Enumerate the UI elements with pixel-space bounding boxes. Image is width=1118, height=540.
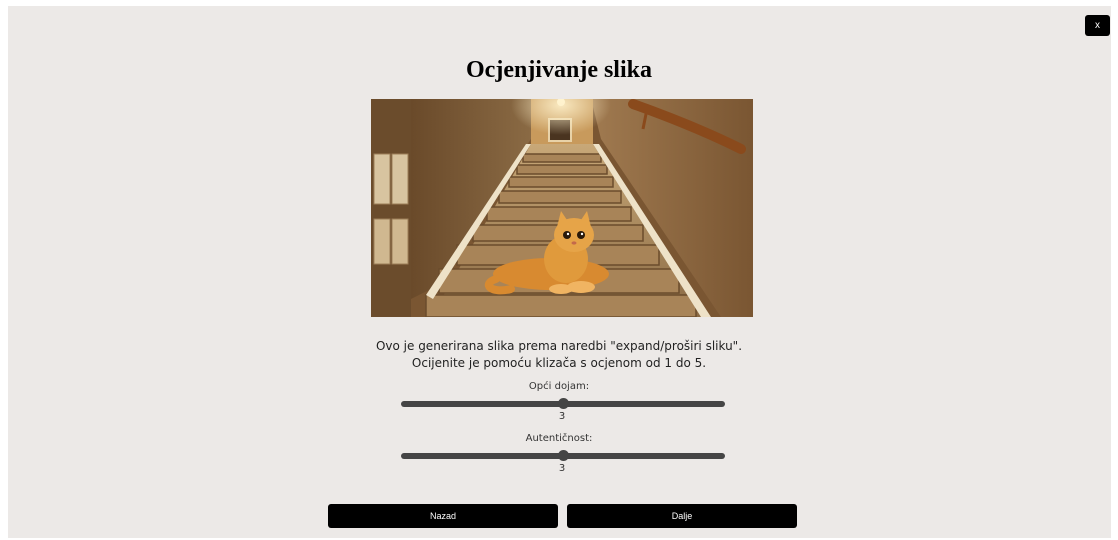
slider-authenticity[interactable] bbox=[401, 450, 725, 461]
slider-value-authenticity: 3 bbox=[558, 463, 566, 474]
slider-thumb[interactable] bbox=[558, 450, 569, 461]
close-button[interactable]: x bbox=[1085, 15, 1110, 36]
instructions-text: Ovo je generirana slika prema naredbi "e… bbox=[0, 338, 1118, 372]
slider-label-overall: Opći dojam: bbox=[528, 381, 590, 392]
slider-value-overall: 3 bbox=[558, 411, 566, 422]
slider-overall-impression[interactable] bbox=[401, 398, 725, 409]
slider-label-authenticity: Autentičnost: bbox=[525, 433, 593, 444]
back-button[interactable]: Nazad bbox=[328, 504, 558, 528]
instructions-line-1: Ovo je generirana slika prema naredbi "e… bbox=[375, 339, 743, 353]
page-title: Ocjenjivanje slika bbox=[466, 57, 652, 83]
generated-image bbox=[371, 99, 753, 317]
slider-thumb[interactable] bbox=[558, 398, 569, 409]
next-button[interactable]: Dalje bbox=[567, 504, 797, 528]
instructions-line-2: Ocijenite je pomoću klizača s ocjenom od… bbox=[411, 356, 707, 370]
